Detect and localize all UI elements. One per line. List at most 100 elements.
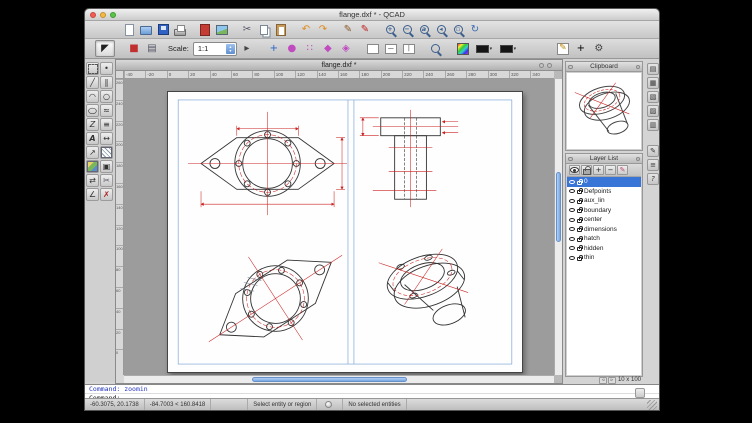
undo-button[interactable]: ↶ [298,22,314,38]
save-button[interactable] [155,22,171,38]
polyline-tool[interactable]: Z [86,118,99,131]
layer-row-dimensions[interactable]: dimensions [567,225,641,235]
toolbar-button[interactable] [374,22,381,38]
snap-crosshair-button[interactable]: + [266,41,282,57]
layer-row-defpoints[interactable]: Defpoints [567,187,641,197]
help-panel-toggle[interactable]: ? [647,173,659,185]
scale-menu-button[interactable]: ▸ [239,41,255,57]
measure-tool[interactable]: ∠ [86,188,99,201]
layers-panel-toggle[interactable]: ▦ [647,77,659,89]
vertical-scrollbar[interactable] [554,79,562,375]
layer-lock-icon[interactable] [577,181,582,185]
lineweight-combo[interactable] [473,41,495,57]
layer-lock-icon[interactable] [577,238,582,242]
toolbar-button[interactable] [290,22,297,38]
arc-tool[interactable]: ◠ [86,90,99,103]
pen-panel-toggle[interactable]: ✎ [647,145,659,157]
paste-button[interactable] [273,22,289,38]
layer-visibility-icon[interactable] [569,246,575,250]
red-pen-button[interactable]: ✎ [357,22,373,38]
layer-visibility-icon[interactable] [569,208,575,212]
snap-free-button[interactable]: ● [284,41,300,57]
toolbar-button[interactable] [356,41,363,57]
offset-tool[interactable]: ≡ [100,118,113,131]
settings-wrench-button[interactable]: ⚙ [591,41,607,57]
toolbar-button[interactable] [257,41,264,57]
scale-combo[interactable]: 1:1 [193,42,237,56]
toolbar-button[interactable] [332,22,339,38]
crosshair-button[interactable]: + [573,41,589,57]
ellipse-tool[interactable]: ○ [86,104,99,117]
info-panel-toggle[interactable]: ≡ [647,159,659,171]
layer-visibility-icon[interactable] [569,237,575,241]
redo-button[interactable]: ↷ [315,22,331,38]
layer-visibility-icon[interactable] [569,180,575,184]
print-button[interactable] [172,22,188,38]
trim-tool[interactable]: ✂ [100,174,113,187]
back-button[interactable]: ■ [126,41,142,57]
toolbar-button[interactable] [117,41,124,57]
layer-visibility-icon[interactable] [569,256,575,260]
hatch-tool[interactable] [100,146,113,159]
layer-lock-icon[interactable] [577,200,582,204]
document-tab[interactable]: flange.dxf * [116,60,562,71]
mdi-maximize-icon[interactable] [547,63,552,68]
layer-row-hatch[interactable]: hatch [567,234,641,244]
toolbar-button[interactable] [419,41,426,57]
spline-tool[interactable]: ≈ [100,104,113,117]
line-tool[interactable]: ╱ [86,76,99,89]
zoom-out-button[interactable]: − [399,22,415,38]
lock-layer-button[interactable] [581,165,592,175]
resize-grip[interactable] [647,400,657,410]
layer-row-center[interactable]: center [567,215,641,225]
layer-row-thin[interactable]: thin [567,253,641,263]
panel-float-icon[interactable] [568,157,573,162]
export-pdf-button[interactable] [197,22,213,38]
layer-lock-icon[interactable] [577,257,582,261]
layer-visibility-icon[interactable] [569,199,575,203]
layer-panel-header[interactable]: Layer List [566,154,642,164]
cut-button[interactable]: ✂ [239,22,255,38]
snap-grid-button[interactable]: ∷ [302,41,318,57]
layer-row-0[interactable]: 0 [567,177,641,187]
color-picker-button[interactable] [455,41,471,57]
circle-tool[interactable]: ○ [100,90,113,103]
move-tool[interactable]: ⇄ [86,174,99,187]
line-color-combo[interactable] [497,41,519,57]
snap-center-button[interactable]: ◈ [338,41,354,57]
toolbar-button[interactable] [189,22,196,38]
dimension-tool[interactable]: ↔ [100,132,113,145]
leader-tool[interactable]: ↗ [86,146,99,159]
zoom-window-button[interactable]: ▫ [450,22,466,38]
close-window-button[interactable] [90,12,96,18]
grid-increase-button[interactable]: ▹ [608,377,616,384]
redraw-button[interactable]: ↻ [467,22,483,38]
zoom-window-button-mac[interactable] [110,12,116,18]
restrict-none-button[interactable] [365,41,381,57]
select-tool[interactable] [86,62,99,75]
export-image-button[interactable] [214,22,230,38]
layer-lock-icon[interactable] [577,247,582,251]
edit-pen-button[interactable]: ✎ [340,22,356,38]
list-view-button[interactable]: ▤ [144,41,160,57]
layer-lock-icon[interactable] [577,219,582,223]
panel-close-icon[interactable] [636,157,641,162]
minimize-window-button[interactable] [100,12,106,18]
layer-visibility-icon[interactable] [569,189,575,193]
command-options-button[interactable] [635,388,645,398]
copy-button[interactable] [256,22,272,38]
delete-tool[interactable]: ✗ [100,188,113,201]
layer-lock-icon[interactable] [577,190,582,194]
scale-stepper-icon[interactable] [226,44,235,54]
text-tool[interactable]: A [86,132,99,145]
drawing-canvas[interactable] [124,79,554,375]
edit-layer-button[interactable]: ✎ [617,165,628,175]
clipboard-panel-toggle[interactable]: ▥ [647,119,659,131]
layer-row-boundary[interactable]: boundary [567,206,641,216]
add-layer-button[interactable]: + [593,165,604,175]
toggle-layer-visibility-button[interactable] [569,165,580,175]
restrict-vertical-button[interactable]: | [401,41,417,57]
layer-row-hidden[interactable]: hidden [567,244,641,254]
horizontal-scrollbar[interactable] [124,375,554,383]
draw-mode-button[interactable]: ✎ [555,41,571,57]
